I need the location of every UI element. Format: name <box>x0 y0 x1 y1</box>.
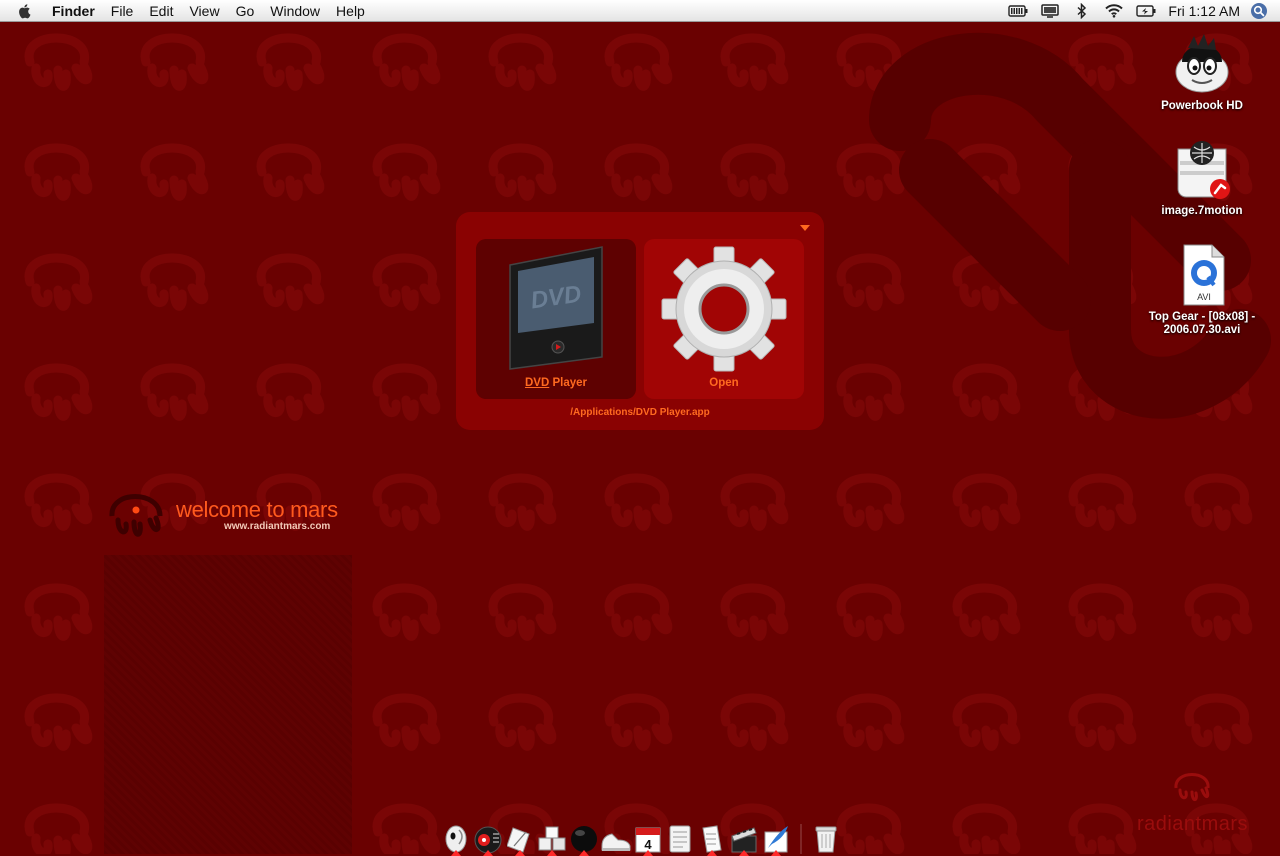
dvd-player-tile[interactable]: DVD DVD Player <box>476 239 636 399</box>
desktop-icon-avi-file[interactable]: AVI Top Gear - [08x08] - 2006.07.30.avi <box>1137 243 1267 337</box>
notes-icon <box>669 825 691 853</box>
menu-file[interactable]: File <box>103 0 142 22</box>
welcome-logo: welcome to mars www.radiantmars.com <box>106 484 366 542</box>
svg-text:AVI: AVI <box>1197 292 1211 302</box>
desktop-icon-label: Powerbook HD <box>1161 100 1243 112</box>
dock-item-boxes[interactable] <box>536 818 568 856</box>
gear-icon <box>661 246 787 372</box>
desktop-icon-powerbook-hd[interactable]: Powerbook HD <box>1137 32 1267 113</box>
menu-bar: Finder File Edit View Go Window Help Fri… <box>0 0 1280 22</box>
app-path-label: /Applications/DVD Player.app <box>570 407 710 418</box>
welcome-panel-box <box>104 555 352 854</box>
desktop-icon-image-7motion[interactable]: image.7motion <box>1137 137 1267 218</box>
dvd-player-icon: DVD <box>509 246 603 370</box>
dvd-player-label: DVD Player <box>524 377 587 389</box>
brand-octopus-icon <box>1174 773 1210 802</box>
open-label: Open <box>709 377 739 389</box>
desktop-icon-label: image.7motion <box>1161 205 1243 217</box>
dock-item-film[interactable] <box>728 818 760 856</box>
dock: 4 <box>440 812 842 856</box>
dock-separator <box>800 824 802 854</box>
wifi-icon[interactable] <box>1104 3 1124 19</box>
dock-item-feather[interactable] <box>760 818 792 856</box>
status-area: Fri 1:12 AM <box>1002 0 1280 22</box>
running-indicator <box>739 850 749 856</box>
dock-item-black-ball[interactable] <box>568 818 600 856</box>
menu-view[interactable]: View <box>181 0 227 22</box>
panel-menu-arrow-icon[interactable] <box>800 224 810 232</box>
disk-image-icon <box>1170 137 1234 201</box>
menu-edit[interactable]: Edit <box>141 0 181 22</box>
spotlight-icon[interactable] <box>1250 2 1268 20</box>
shoe-icon <box>601 833 631 851</box>
octopus-logo-icon <box>109 494 163 537</box>
running-indicator <box>451 850 461 856</box>
open-tile[interactable]: Open <box>644 239 804 399</box>
running-indicator <box>771 850 781 856</box>
dock-item-dvd-player[interactable] <box>472 818 504 856</box>
dock-item-shoe[interactable] <box>600 818 632 854</box>
running-indicator <box>579 850 589 856</box>
battery-icon[interactable] <box>1008 3 1028 19</box>
bluetooth-icon[interactable] <box>1072 2 1092 19</box>
quick-launch-panel: DVD DVD Player Open /Applications/DVD Pl… <box>456 212 824 430</box>
running-indicator <box>643 850 653 856</box>
dock-item-trash[interactable] <box>810 818 842 854</box>
welcome-url: www.radiantmars.com <box>224 521 331 532</box>
apple-icon[interactable] <box>18 2 36 20</box>
desktop-icon-label: Top Gear - [08x08] - 2006.07.30.avi <box>1148 311 1256 336</box>
avi-file-icon: AVI <box>1170 243 1234 307</box>
dock-item-textedit[interactable] <box>504 818 536 856</box>
menu-finder[interactable]: Finder <box>48 0 103 22</box>
menubar-clock[interactable]: Fri 1:12 AM <box>1168 3 1240 19</box>
display-icon[interactable] <box>1040 3 1060 19</box>
brand-text: radiantmars <box>1136 813 1249 835</box>
menu-help[interactable]: Help <box>328 0 373 22</box>
running-indicator <box>547 850 557 856</box>
welcome-title: welcome to mars <box>176 497 338 522</box>
power-icon[interactable] <box>1136 3 1156 19</box>
dock-item-finder[interactable] <box>440 818 472 856</box>
trash-icon <box>815 826 837 853</box>
brand-logo: radiantmars <box>1120 766 1265 836</box>
dock-item-ical[interactable]: 4 <box>632 818 664 856</box>
hard-drive-icon <box>1170 32 1234 96</box>
running-indicator <box>707 850 717 856</box>
running-indicator <box>483 850 493 856</box>
dock-item-document[interactable] <box>696 818 728 856</box>
dock-item-notes[interactable] <box>664 818 696 854</box>
menu-go[interactable]: Go <box>228 0 263 22</box>
menu-window[interactable]: Window <box>262 0 328 22</box>
running-indicator <box>515 850 525 856</box>
